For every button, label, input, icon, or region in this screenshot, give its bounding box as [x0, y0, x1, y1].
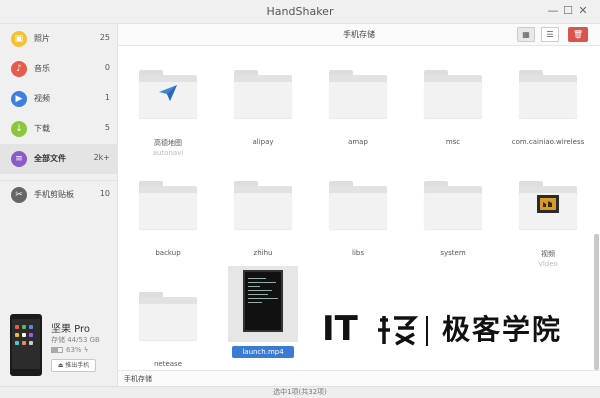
battery-percent: 63%	[66, 346, 82, 354]
sidebar-item-label: 全部文件	[34, 154, 66, 163]
folder-icon	[519, 181, 577, 229]
main-panel: 手机存储 ▦ ☰ 🗑 高德地图 autonavi alipay amap msc…	[118, 24, 600, 386]
folder-icon	[329, 181, 387, 229]
files-icon: ≡	[11, 151, 27, 167]
file-name: 视频	[541, 250, 555, 258]
video-icon: ▶	[11, 91, 27, 107]
file-item[interactable]: netease	[127, 282, 209, 370]
navigation-app-icon	[159, 85, 177, 101]
window-title: HandShaker	[266, 5, 334, 18]
sidebar-item-count: 5	[104, 123, 110, 132]
battery-icon	[51, 347, 63, 353]
device-panel: 坚果 Pro 存储 44/53 GB 63% ϟ ⏏ 推出手机	[0, 282, 118, 386]
folder-icon	[424, 181, 482, 229]
vertical-scrollbar[interactable]	[594, 234, 599, 370]
close-icon[interactable]: ✕	[575, 3, 591, 19]
folder-icon	[234, 70, 292, 118]
status-bar: 选中1项(共32项)	[0, 386, 600, 398]
file-subname: Video	[538, 260, 558, 268]
grid-view-icon[interactable]: ▦	[517, 27, 535, 42]
file-item[interactable]: 高德地图 autonavi	[127, 60, 209, 160]
file-name: libs	[352, 249, 364, 257]
sidebar: ▣ 照片 25 ♪ 音乐 0 ▶ 视频 1 ↓ 下载 5 ≡ 全部文件 2k+ …	[0, 24, 118, 386]
sidebar-item-count: 1	[104, 93, 110, 102]
file-name: backup	[155, 249, 181, 257]
sidebar-item-count: 25	[99, 33, 110, 42]
watermark-glyph-icon	[378, 316, 418, 346]
film-icon	[537, 195, 559, 213]
sidebar-item-label: 视频	[34, 94, 50, 103]
folder-icon	[234, 181, 292, 229]
video-thumbnail	[243, 270, 283, 332]
sidebar-item-all-files[interactable]: ≡ 全部文件 2k+	[0, 144, 118, 174]
photo-icon: ▣	[11, 31, 27, 47]
charging-icon: ϟ	[83, 346, 89, 354]
file-grid: 高德地图 autonavi alipay amap msc com.cainia…	[118, 46, 600, 370]
watermark-text: 极客学院	[442, 313, 563, 346]
folder-icon	[139, 181, 197, 229]
file-item[interactable]: msc	[412, 60, 494, 160]
file-name: alipay	[252, 138, 274, 146]
trash-icon[interactable]: 🗑	[568, 27, 588, 42]
toolbar: 手机存储 ▦ ☰ 🗑	[118, 24, 600, 46]
phone-image	[10, 314, 42, 376]
sidebar-item-label: 照片	[34, 34, 50, 43]
list-view-icon[interactable]: ☰	[541, 27, 559, 42]
device-storage: 存储 44/53 GB	[51, 336, 100, 344]
sidebar-item-label: 下载	[34, 124, 50, 133]
maximize-icon[interactable]: ☐	[560, 3, 576, 19]
file-name: system	[440, 249, 466, 257]
bottom-path-bar: 手机存储	[118, 370, 600, 386]
bottom-path[interactable]: 手机存储	[124, 374, 152, 384]
music-icon: ♪	[11, 61, 27, 77]
folder-icon	[329, 70, 387, 118]
file-item[interactable]: zhihu	[222, 171, 304, 271]
file-item[interactable]: 视频 Video	[507, 171, 589, 271]
file-name: amap	[348, 138, 368, 146]
sidebar-item-videos[interactable]: ▶ 视频 1	[0, 84, 118, 114]
file-item[interactable]: system	[412, 171, 494, 271]
download-icon: ↓	[11, 121, 27, 137]
file-name: netease	[153, 360, 183, 368]
file-name: zhihu	[253, 249, 273, 257]
file-item[interactable]: alipay	[222, 60, 304, 160]
file-item[interactable]: backup	[127, 171, 209, 271]
title-bar: HandShaker — ☐ ✕	[0, 0, 600, 24]
folder-icon	[139, 70, 197, 118]
folder-icon	[139, 292, 197, 340]
file-name: launch.mp4	[232, 346, 294, 358]
minimize-icon[interactable]: —	[545, 3, 561, 19]
device-battery: 63% ϟ	[51, 346, 88, 354]
file-name: com.cainiao.wireless	[511, 138, 585, 146]
watermark-divider	[426, 316, 428, 346]
sidebar-item-label: 手机剪贴板	[34, 190, 74, 199]
sidebar-item-downloads[interactable]: ↓ 下载 5	[0, 114, 118, 144]
sidebar-item-music[interactable]: ♪ 音乐 0	[0, 54, 118, 84]
watermark-logo: IT 极客学院	[322, 310, 592, 350]
sidebar-item-clipboard[interactable]: ✂ 手机剪贴板 10	[0, 180, 118, 210]
file-subname: autonavi	[152, 149, 184, 157]
sidebar-item-label: 音乐	[34, 64, 50, 73]
eject-button[interactable]: ⏏ 推出手机	[51, 359, 96, 372]
folder-icon	[424, 70, 482, 118]
sidebar-item-count: 0	[104, 63, 110, 72]
sidebar-item-photos[interactable]: ▣ 照片 25	[0, 24, 118, 54]
file-item[interactable]: libs	[317, 171, 399, 271]
file-name: 高德地图	[154, 139, 182, 147]
file-item[interactable]: com.cainiao.wireless	[507, 60, 589, 160]
sidebar-item-count: 10	[99, 189, 110, 198]
watermark-latin: IT	[322, 309, 358, 349]
device-name: 坚果 Pro	[51, 324, 91, 335]
sidebar-item-count: 2k+	[93, 153, 110, 162]
folder-icon	[519, 70, 577, 118]
eject-label: 推出手机	[65, 362, 90, 369]
clipboard-icon: ✂	[11, 187, 27, 203]
file-item[interactable]: amap	[317, 60, 399, 160]
file-item-selected[interactable]: launch.mp4	[222, 266, 304, 366]
file-name: msc	[445, 138, 461, 146]
